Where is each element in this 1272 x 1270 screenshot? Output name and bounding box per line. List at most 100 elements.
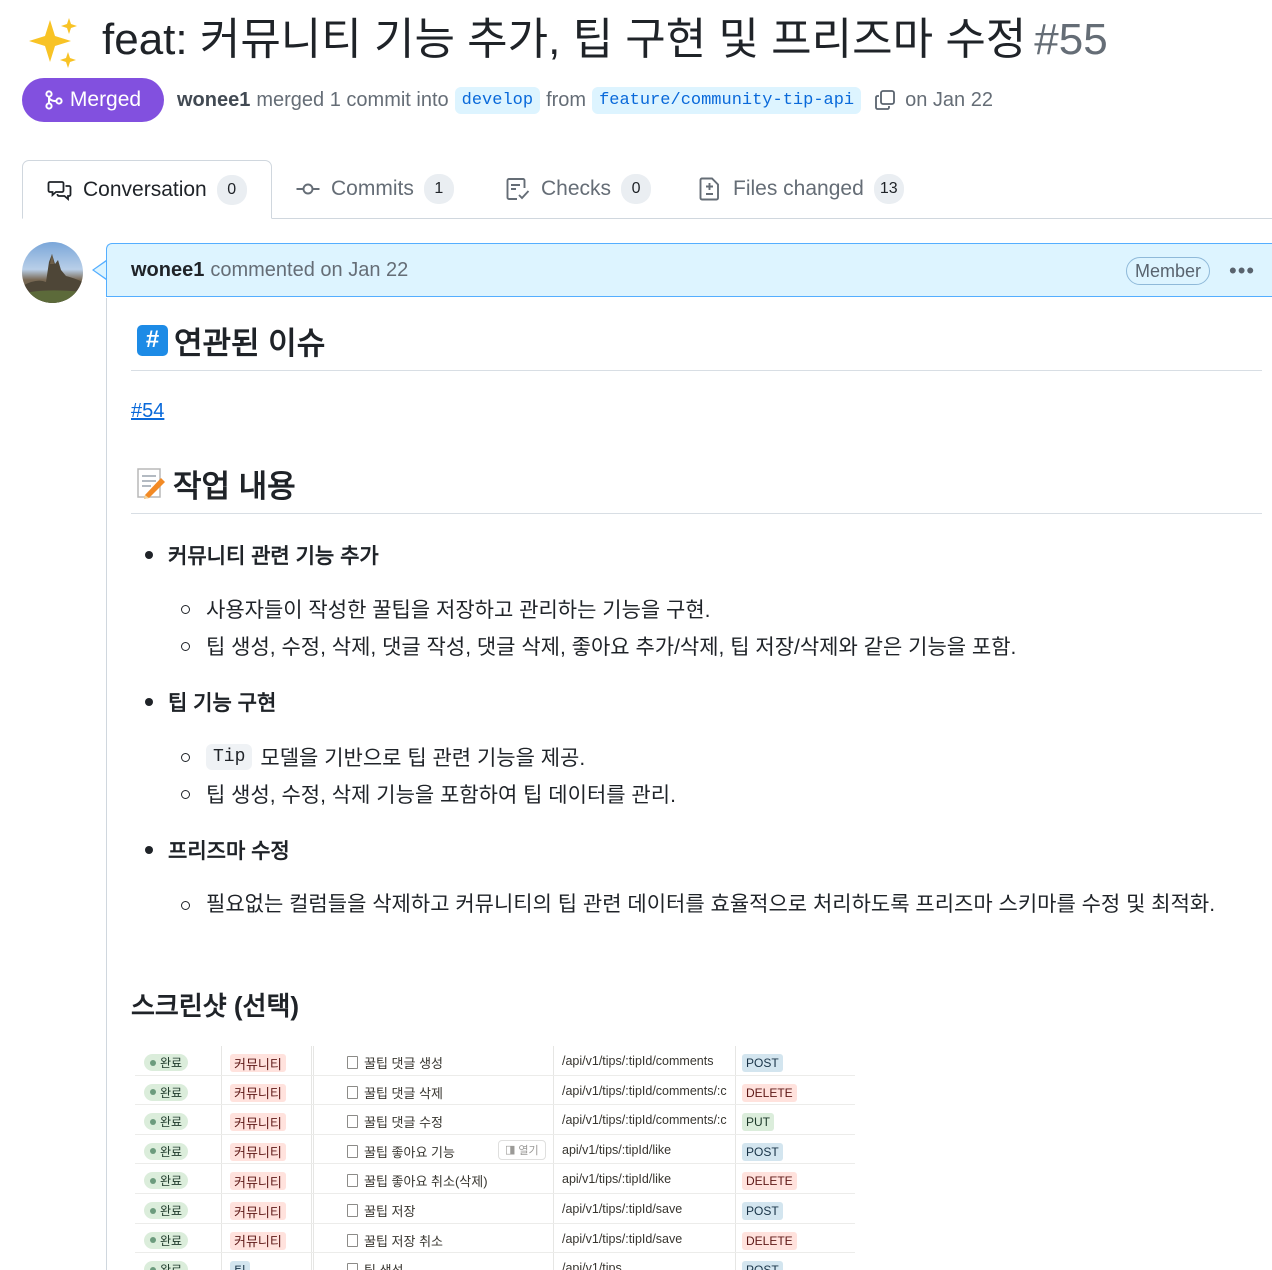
table-row: 완료 커뮤니티 꿀팁 댓글 수정/api/v1/tips/:tipId/commen… <box>135 1105 855 1135</box>
table-row: 완료 커뮤니티 꿀팁 댓글 삭제/api/v1/tips/:tipId/commen… <box>135 1076 855 1106</box>
avatar[interactable] <box>22 242 83 303</box>
list-item: 팁 생성, 수정, 삭제, 댓글 작성, 댓글 삭제, 좋아요 추가/삭제, 팁… <box>181 631 1016 661</box>
memo-icon <box>137 468 165 499</box>
category-tag: 커뮤니티 <box>230 1113 286 1132</box>
work-heading-text: 작업 내용 <box>173 468 296 504</box>
http-method-tag: POST <box>742 1261 783 1270</box>
tab-conversation[interactable]: Conversation 0 <box>22 160 272 219</box>
list-item: 커뮤니티 관련 기능 추가 <box>145 540 379 570</box>
status-tag-label: 완료 <box>160 1115 183 1130</box>
list-item: 사용자들이 작성한 꿀팁을 저장하고 관리하는 기능을 구현. <box>181 594 711 624</box>
kebab-horizontal-icon[interactable]: ••• <box>1229 258 1259 284</box>
tab-conversation-count: 0 <box>216 174 247 205</box>
page-name-text: 꿀팁 댓글 수정 <box>364 1115 443 1131</box>
pr-author-link[interactable]: wonee1 <box>177 89 250 112</box>
document-icon <box>347 1174 358 1188</box>
endpoint-path: /api/v1/tips/:tipId/comments/:c <box>562 1113 727 1128</box>
table-row: 완료 커뮤니티 꿀팁 저장/api/v1/tips/:tipId/save POST <box>135 1194 855 1224</box>
status-tag-label: 완료 <box>160 1233 183 1248</box>
tab-commits-count: 1 <box>423 174 454 204</box>
comment-author-link[interactable]: wonee1 <box>131 259 204 282</box>
page-name-text: 꿀팁 좋아요 기능 <box>364 1144 455 1160</box>
status-tag-label: 완료 <box>160 1204 183 1218</box>
table-row: 완료 팁 팁 생성/api/v1/tips POST <box>135 1253 855 1270</box>
endpoint-path: /api/v1/tips/:tipId/save <box>562 1231 683 1246</box>
issue-link[interactable]: #54 <box>131 400 164 423</box>
page-name: 꿀팁 저장 <box>347 1201 415 1220</box>
table-row: 완료 커뮤니티 꿀팁 댓글 생성/api/v1/tips/:tipId/commen… <box>135 1046 855 1076</box>
status-tag: 완료 <box>144 1113 189 1131</box>
status-dot-icon <box>150 1237 156 1244</box>
status-tag-label: 완료 <box>160 1174 183 1189</box>
tab-conversation-label: Conversation <box>83 177 207 201</box>
http-method-tag: DELETE <box>742 1231 797 1250</box>
page-name-text: 꿀팁 저장 <box>364 1204 416 1219</box>
category-tag: 커뮤니티 <box>230 1054 286 1072</box>
list-item: Tip 모델을 기반으로 팁 관련 기능을 제공. <box>181 742 585 772</box>
pr-title: feat: 커뮤니티 기능 추가, 팁 구현 및 프리즈마 수정 #55 <box>102 12 1108 68</box>
list-item: 팁 생성, 수정, 삭제 기능을 포함하여 팁 데이터를 관리. <box>181 779 676 809</box>
member-badge: Member <box>1126 257 1211 285</box>
from-text: from <box>546 88 587 111</box>
page-name: 꿀팁 댓글 삭제 <box>347 1083 443 1102</box>
page-name-text: 꿀팁 댓글 삭제 <box>364 1085 443 1101</box>
pr-title-row: feat: 커뮤니티 기능 추가, 팁 구현 및 프리즈마 수정 #55 <box>26 6 1272 72</box>
tab-checks-count: 0 <box>621 174 652 204</box>
pr-title-text: feat: 커뮤니티 기능 추가, 팁 구현 및 프리즈마 수정 <box>102 15 1027 64</box>
list-item-text: 모델을 기반으로 팁 관련 기능을 제공. <box>260 747 586 770</box>
list-item: 프리즈마 수정 <box>145 835 290 865</box>
document-icon <box>347 1263 358 1270</box>
category-tag: 커뮤니티 <box>230 1172 286 1191</box>
list-item: 팁 기능 구현 <box>145 687 276 717</box>
status-tag-label: 완료 <box>160 1056 183 1070</box>
pr-meta: Merged wonee1 merged 1 commit into devel… <box>22 78 1262 122</box>
tab-files-changed[interactable]: Files changed 13 <box>697 160 904 218</box>
related-issue-heading-text: 연관된 이슈 <box>174 325 326 361</box>
tab-commits[interactable]: Commits 1 <box>295 160 454 218</box>
endpoint-path: /api/v1/tips/:tipId/comments/:c <box>562 1083 727 1098</box>
status-dot-icon <box>150 1148 156 1155</box>
status-dot-icon <box>150 1177 156 1184</box>
status-tag: 완료 <box>144 1261 189 1270</box>
page-name: 꿀팁 좋아요 취소(삭제) <box>347 1171 488 1190</box>
status-tag: 완료 <box>144 1172 189 1190</box>
status-tag: 완료 <box>144 1142 189 1160</box>
work-heading: 작업 내용 <box>131 461 296 505</box>
endpoint-path: api/v1/tips/:tipId/like <box>562 1142 672 1157</box>
page-name: 꿀팁 좋아요 기능 <box>347 1142 455 1161</box>
heading-divider <box>131 513 1262 514</box>
copy-icon[interactable] <box>873 88 897 112</box>
sparkles-emoji-icon <box>29 18 77 68</box>
http-method-tag: DELETE <box>742 1172 797 1191</box>
hash-icon: # <box>137 324 168 356</box>
status-dot-icon <box>150 1059 156 1066</box>
status-tag-label: 완료 <box>160 1144 183 1159</box>
table-row: 완료 커뮤니티 꿀팁 좋아요 취소(삭제) api/v1/tips/:tipId/li… <box>135 1164 855 1194</box>
open-button-label: 열기 <box>518 1144 539 1157</box>
tab-checks[interactable]: Checks 0 <box>505 160 652 218</box>
category-tag: 팁 <box>230 1261 250 1270</box>
page-name-text: 꿀팁 저장 취소 <box>364 1233 443 1249</box>
tab-files-changed-count: 13 <box>873 174 904 204</box>
comment-header: wonee1 commented on Jan 22 Member ••• <box>106 243 1272 297</box>
document-icon <box>347 1085 358 1099</box>
page-name: 꿀팁 댓글 생성 <box>347 1053 443 1072</box>
page-name: 팁 생성 <box>347 1260 404 1270</box>
http-method-tag: POST <box>742 1142 783 1161</box>
category-tag: 커뮤니티 <box>230 1142 286 1161</box>
table-row: 완료 커뮤니티 꿀팁 저장 취소/api/v1/tips/:tipId/save DE… <box>135 1224 855 1254</box>
checklist-icon <box>506 178 530 200</box>
tab-checks-label: Checks <box>541 177 612 200</box>
endpoint-path: /api/v1/tips/:tipId/save <box>562 1202 683 1216</box>
head-branch[interactable]: feature/community-tip-api <box>592 86 862 114</box>
inline-code: Tip <box>206 744 253 770</box>
comment-meta: wonee1 commented on Jan 22 <box>131 244 408 296</box>
merge-description: wonee1 merged 1 commit into develop from… <box>177 78 993 122</box>
list-item-text: 사용자들이 작성한 꿀팁을 저장하고 관리하는 기능을 구현. <box>206 599 711 622</box>
base-branch[interactable]: develop <box>454 86 541 114</box>
http-method-tag: PUT <box>742 1113 774 1132</box>
open-panel-icon: ◨ <box>505 1144 516 1157</box>
endpoint-path: api/v1/tips/:tipId/like <box>562 1172 672 1187</box>
comment-timestamp[interactable]: commented on Jan 22 <box>210 259 408 282</box>
document-icon <box>347 1233 358 1247</box>
